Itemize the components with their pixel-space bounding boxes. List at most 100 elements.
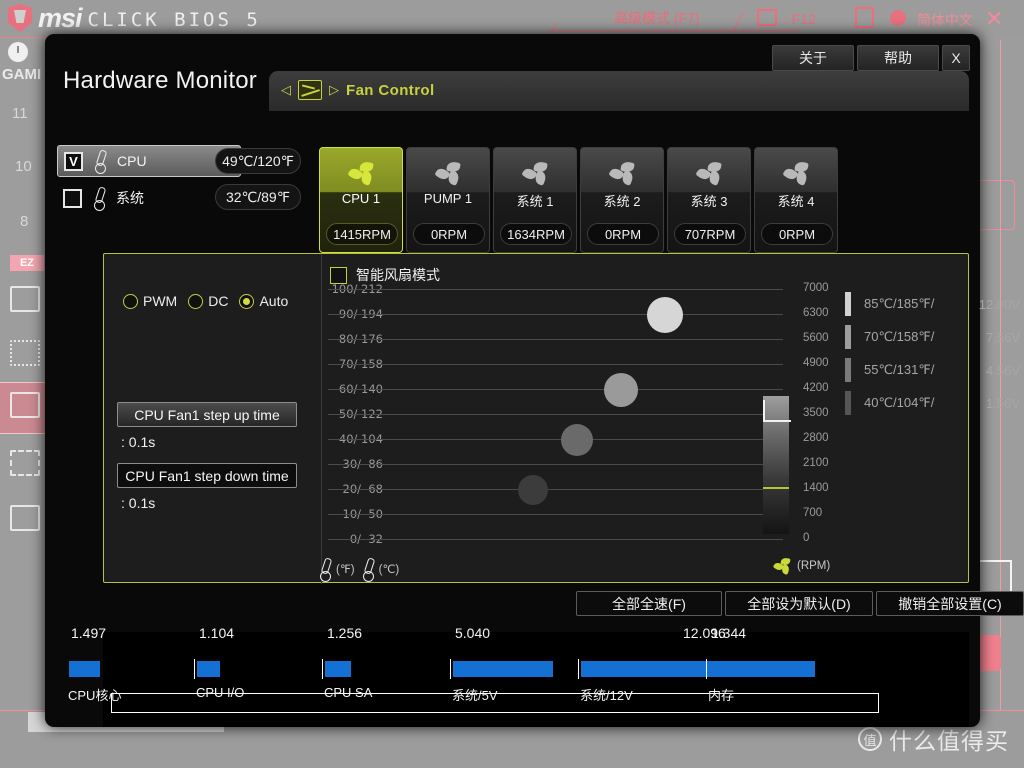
step-up-time-button[interactable]: CPU Fan1 step up time: [117, 402, 297, 427]
gaming-label: GAMI: [2, 66, 42, 83]
rpm-unit-label: (RPM): [797, 560, 831, 572]
fan-tab-label: CPU 1: [341, 191, 381, 206]
voltage-bar: [69, 661, 100, 677]
fahrenheit-unit-label: (℉): [336, 564, 355, 576]
help-button[interactable]: 帮助: [857, 45, 939, 71]
chart-gridline: [328, 364, 783, 365]
fan-tab-rpm: 0RPM: [587, 223, 659, 245]
close-icon[interactable]: ✕: [985, 7, 1003, 32]
bg-number-1: 11: [12, 105, 28, 122]
panel-divider: [321, 254, 322, 584]
ez-mode-badge[interactable]: EZ: [10, 255, 44, 271]
undo-all-button[interactable]: 撤销全部设置(C): [876, 591, 1024, 616]
globe-icon[interactable]: [890, 10, 906, 26]
voltage-label: 内存: [708, 688, 735, 703]
bg-right-divider: [1000, 40, 1001, 740]
save-icon[interactable]: [10, 392, 40, 418]
advanced-mode-button[interactable]: 高级模式 (F7): [614, 8, 700, 28]
voltage-value: 1.256: [327, 625, 363, 641]
fan-mode-radio-group: PWM DC Auto: [123, 293, 296, 309]
chart-right-tick: 2100: [803, 457, 829, 469]
fan-tab-rpm: 1415RPM: [326, 223, 398, 245]
voltage-bar: [581, 661, 816, 677]
voltage-tick: [578, 659, 579, 679]
fan-tab-sys1[interactable]: 系统 1 1634RPM: [493, 147, 577, 253]
chart-right-tick: 3500: [803, 407, 829, 419]
chevron-left-icon[interactable]: ◁: [281, 82, 291, 98]
radio-auto[interactable]: [239, 293, 255, 309]
step-down-time-value: : 0.1s: [121, 495, 156, 511]
system-temp-label: 系统: [116, 190, 144, 206]
fan-tab-rpm: 1634RPM: [500, 223, 572, 245]
clock-icon: [8, 42, 28, 62]
bg-number-2: 10: [15, 158, 32, 175]
voltage-tick: [194, 659, 195, 679]
fan-tab-pump1[interactable]: PUMP 1 0RPM: [406, 147, 490, 253]
breadcrumb: ◁ ▷ Fan Control: [281, 80, 435, 100]
chart-right-tick: 4200: [803, 382, 829, 394]
fan-tab-sys4[interactable]: 系统 4 0RPM: [754, 147, 838, 253]
chart-right-tick: 7000: [803, 282, 829, 294]
fan-tab-rpm: 707RPM: [674, 223, 746, 245]
voltage-tick: [706, 659, 707, 679]
fan-icon: [608, 160, 635, 186]
fan-curve-point-2[interactable]: [561, 424, 594, 457]
chart-gridline: [328, 339, 783, 340]
fan-curve-point-1[interactable]: [517, 475, 548, 506]
advanced-mode-underline: [550, 30, 800, 31]
language-selector[interactable]: 简体中文: [917, 10, 973, 30]
threshold-row: 70℃/158℉/ 7.56V: [845, 325, 1020, 349]
voltage-label: CPU核心: [68, 688, 122, 703]
chart-gridline: [328, 439, 783, 440]
thermometer-icon: [362, 558, 375, 582]
memory-icon[interactable]: [10, 340, 40, 366]
threshold-color-swatch: [845, 358, 851, 382]
fan-tab-cpu1[interactable]: CPU 1 1415RPM: [319, 147, 403, 253]
board-explorer-icon[interactable]: [10, 286, 40, 312]
full-speed-button[interactable]: 全部全速(F): [576, 591, 722, 616]
smart-fan-checkbox[interactable]: [330, 266, 347, 284]
threshold-voltage: 1.56V: [986, 395, 1020, 411]
radio-pwm[interactable]: [123, 293, 138, 309]
cpu-temp-checkbox[interactable]: V: [64, 151, 83, 171]
fan-icon: [347, 160, 374, 186]
temperature-row-cpu[interactable]: V CPU: [57, 145, 241, 177]
fan-tab-sys3[interactable]: 系统 3 707RPM: [667, 147, 751, 253]
fan-control-icon: [298, 80, 322, 100]
click-bios-text: CLICK BIOS 5: [87, 9, 261, 31]
radio-pwm-label: PWM: [143, 293, 178, 309]
system-temp-checkbox[interactable]: [63, 188, 82, 208]
threshold-temperature: 40℃/104℉/: [864, 395, 935, 410]
about-button[interactable]: 关于: [772, 45, 854, 71]
radio-dc[interactable]: [188, 293, 204, 309]
fan-tab-label: PUMP 1: [423, 191, 473, 206]
fan-icon: [521, 160, 548, 186]
search-icon[interactable]: [855, 7, 874, 28]
fan-curve-point-4[interactable]: [646, 297, 683, 334]
fan-tab-label: 系统 2: [603, 194, 641, 209]
camera-icon[interactable]: [757, 9, 777, 26]
fan-info-icon[interactable]: [10, 450, 40, 476]
step-down-time-button[interactable]: CPU Fan1 step down time: [117, 463, 297, 488]
threshold-voltage: 4.56V: [986, 362, 1020, 378]
fan-curve-chart[interactable]: [328, 289, 788, 544]
chevron-right-icon[interactable]: ▷: [329, 82, 339, 98]
fan-tab-rpm: 0RPM: [761, 223, 833, 245]
voltage-bar: [325, 661, 352, 677]
threshold-row: 85℃/185℉/ 12.00V: [845, 292, 1020, 316]
threshold-temperature: 55℃/131℉/: [864, 362, 935, 377]
voltage-value: 1.497: [71, 625, 107, 641]
threshold-color-swatch: [845, 325, 851, 349]
fan-curve-point-3[interactable]: [604, 373, 639, 408]
cpu-temp-label: CPU: [117, 153, 147, 169]
dialog-close-button[interactable]: X: [942, 45, 970, 71]
voltage-value: 1.344: [711, 625, 747, 641]
fan-tab-strip: CPU 1 1415RPM PUMP 1 0RPM 系统 1 1634RPM 系…: [319, 147, 838, 253]
fan-tab-sys2[interactable]: 系统 2 0RPM: [580, 147, 664, 253]
radio-dc-label: DC: [208, 293, 229, 309]
temperature-row-system[interactable]: 系统: [57, 182, 241, 214]
all-default-button[interactable]: 全部设为默认(D): [725, 591, 873, 616]
voltage-label: CPU SA: [324, 685, 373, 700]
hardware-monitor-icon[interactable]: [10, 505, 40, 531]
watermark: 值 什么值得买: [858, 722, 1009, 756]
